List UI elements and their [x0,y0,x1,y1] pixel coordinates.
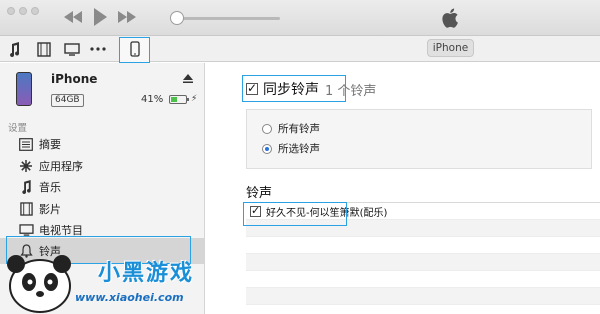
sync-tones-checkbox[interactable] [246,81,258,95]
empty-row [246,271,600,288]
sync-tones-label[interactable]: 同步铃声 [263,79,319,99]
volume-knob[interactable] [170,11,184,25]
option-selected-tones[interactable]: 所选铃声 [262,141,320,156]
sync-tones-count: 1 个铃声 [325,83,377,99]
watermark-text: 小黑游戏 [98,261,195,286]
battery-icon [169,95,189,104]
radio-selected-tones[interactable] [262,143,272,154]
capacity-badge: 64GB [51,94,84,107]
sync-options-panel: 所有铃声 所选铃声 [246,109,592,169]
window-controls [7,7,39,15]
empty-row [246,237,600,254]
eject-icon[interactable] [182,73,194,87]
charging-bolt-icon: ⚡ [191,94,198,104]
empty-row [246,254,600,271]
device-thumbnail [16,72,32,106]
more-icon[interactable] [90,38,106,60]
sidebar-item-label: 音乐 [39,181,61,194]
battery-percent: 41% [141,94,164,105]
music-note-icon [18,179,34,195]
sidebar-item-apps[interactable]: 应用程序 [0,156,204,176]
iphone-device-button[interactable] [119,37,150,63]
play-icon[interactable] [92,7,108,27]
film-icon [18,201,34,217]
sidebar-item-movies[interactable]: 影片 [0,199,204,219]
radio-all-tones[interactable] [262,123,272,134]
battery-fill [171,97,177,102]
device-name-pill[interactable]: iPhone [427,39,474,57]
sidebar-item-label: 应用程序 [39,160,83,173]
tv-icon[interactable] [63,38,81,60]
sidebar-item-label: 影片 [39,203,61,216]
sidebar-item-label: 摘要 [39,138,61,151]
transport-controls [62,7,138,27]
rewind-icon[interactable] [62,9,84,25]
watermark-url: www.xiaohei.com [75,291,184,304]
option-label: 所有铃声 [278,123,320,135]
film-icon[interactable] [36,38,52,60]
volume-slider[interactable] [170,11,280,25]
music-note-icon[interactable] [7,38,21,60]
empty-row [246,288,600,305]
sidebar-item-summary[interactable]: 摘要 [0,134,204,154]
sync-tones-row: 同步铃声 1 个铃声 [246,79,376,99]
iphone-icon [129,40,140,60]
close-window-button[interactable] [7,7,15,15]
tones-pane: 同步铃声 1 个铃声 所有铃声 所选铃声 铃声 好久不见-何以笙箫默(配乐) [206,63,600,314]
fast-forward-icon[interactable] [116,9,138,25]
apple-logo-icon [441,6,461,33]
zoom-window-button[interactable] [31,7,39,15]
tones-list-title: 铃声 [246,186,273,201]
sidebar-item-music[interactable]: 音乐 [0,177,204,197]
summary-icon [18,136,34,152]
device-name: iPhone [51,72,98,86]
minimize-window-button[interactable] [19,7,27,15]
media-toolbar: iPhone [0,36,600,63]
settings-section-label: 设置 [8,123,28,134]
option-all-tones[interactable]: 所有铃声 [262,121,320,136]
player-bar [0,0,600,36]
option-label: 所选铃声 [278,143,320,155]
tone-highlight-box [243,202,347,226]
apps-icon [18,158,34,174]
volume-track [176,17,280,20]
